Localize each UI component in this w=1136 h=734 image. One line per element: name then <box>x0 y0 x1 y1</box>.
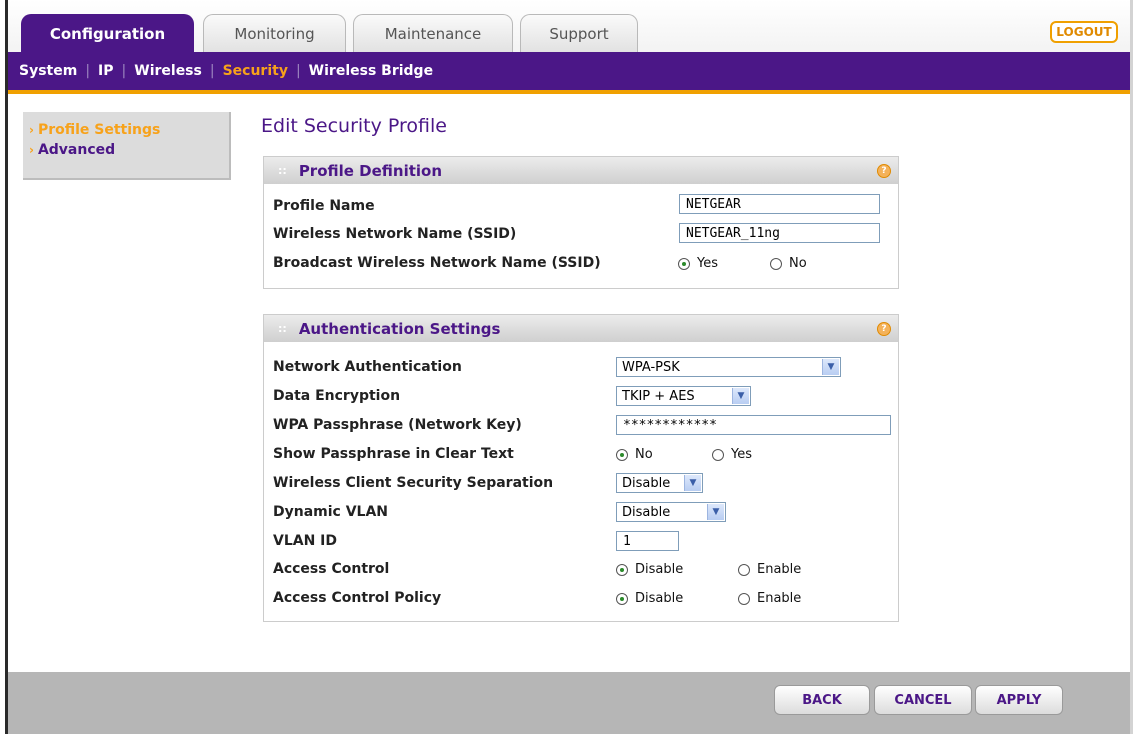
radio-selected-icon <box>616 592 628 605</box>
show-passphrase-no-radio[interactable]: No <box>616 447 653 462</box>
tab-support[interactable]: Support <box>520 14 638 52</box>
apply-button[interactable]: APPLY <box>975 685 1063 715</box>
tab-maintenance[interactable]: Maintenance <box>353 14 513 52</box>
client-separation-select[interactable]: Disable ▼ <box>616 473 703 493</box>
tab-monitoring[interactable]: Monitoring <box>203 14 346 52</box>
select-value: TKIP + AES <box>622 388 695 404</box>
ssid-label: Wireless Network Name (SSID) <box>273 226 517 242</box>
leftnav-profile-settings[interactable]: › Profile Settings <box>23 120 229 140</box>
access-policy-label: Access Control Policy <box>273 590 442 606</box>
broadcast-yes-radio[interactable]: Yes <box>678 256 718 271</box>
subnav-security[interactable]: Security <box>223 63 288 79</box>
dynamic-vlan-select[interactable]: Disable ▼ <box>616 502 726 522</box>
select-value: Disable <box>622 504 671 520</box>
radio-unselected-icon <box>738 563 750 576</box>
radio-label: Enable <box>757 591 802 606</box>
network-auth-label: Network Authentication <box>273 359 462 375</box>
leftnav-advanced[interactable]: › Advanced <box>23 140 229 160</box>
section-title: Profile Definition <box>298 161 443 180</box>
radio-unselected-icon <box>770 257 782 270</box>
radio-unselected-icon <box>738 592 750 605</box>
access-policy-enable-radio[interactable]: Enable <box>738 591 801 606</box>
access-control-disable-radio[interactable]: Disable <box>616 562 683 577</box>
chevron-down-icon: ▼ <box>707 504 724 520</box>
left-navigation: › Profile Settings › Advanced <box>23 112 231 180</box>
chevron-down-icon: ▼ <box>684 475 701 491</box>
passphrase-input[interactable]: ************ <box>616 415 891 435</box>
profile-definition-section: :: Profile Definition ? Profile Name NET… <box>263 156 899 289</box>
radio-label: Disable <box>635 591 684 606</box>
radio-label: Yes <box>697 256 718 271</box>
broadcast-ssid-label: Broadcast Wireless Network Name (SSID) <box>273 255 601 271</box>
section-header: :: Authentication Settings ? <box>264 315 898 342</box>
subnav-divider: | <box>121 63 127 79</box>
subnav-wireless[interactable]: Wireless <box>134 63 202 79</box>
select-value: WPA-PSK <box>622 359 680 375</box>
subnav-ip[interactable]: IP <box>98 63 113 79</box>
radio-label: No <box>635 447 653 462</box>
chevron-right-icon: › <box>29 123 34 137</box>
accent-divider <box>8 90 1130 94</box>
radio-selected-icon <box>678 257 690 270</box>
subnav-system[interactable]: System <box>19 63 77 79</box>
chevron-down-icon: ▼ <box>732 388 749 404</box>
chevron-right-icon: › <box>29 143 34 157</box>
radio-selected-icon <box>616 563 628 576</box>
radio-label: Enable <box>757 562 802 577</box>
chevron-down-icon: ▼ <box>822 359 839 375</box>
help-icon[interactable]: ? <box>877 164 891 178</box>
top-tab-bar: Configuration Monitoring Maintenance Sup… <box>8 0 1130 52</box>
client-separation-label: Wireless Client Security Separation <box>273 475 554 491</box>
subnav-divider: | <box>295 63 301 79</box>
radio-label: No <box>789 256 807 271</box>
page-title: Edit Security Profile <box>261 115 447 137</box>
subnav-wireless-bridge[interactable]: Wireless Bridge <box>309 63 433 79</box>
grip-icon: :: <box>278 164 287 177</box>
logout-button[interactable]: LOGOUT <box>1050 21 1118 43</box>
show-passphrase-label: Show Passphrase in Clear Text <box>273 446 514 462</box>
cancel-button[interactable]: CANCEL <box>874 685 972 715</box>
help-icon[interactable]: ? <box>877 322 891 336</box>
select-value: Disable <box>622 475 671 491</box>
sub-navigation: System | IP | Wireless | Security | Wire… <box>8 52 1130 90</box>
radio-label: Yes <box>731 447 752 462</box>
passphrase-label: WPA Passphrase (Network Key) <box>273 417 522 433</box>
profile-name-label: Profile Name <box>273 198 375 214</box>
leftnav-label: Profile Settings <box>37 122 161 138</box>
profile-name-input[interactable]: NETGEAR <box>679 194 880 214</box>
ssid-input[interactable]: NETGEAR_11ng <box>679 223 880 243</box>
tab-configuration[interactable]: Configuration <box>21 14 194 52</box>
authentication-settings-section: :: Authentication Settings ? Network Aut… <box>263 314 899 622</box>
network-auth-select[interactable]: WPA-PSK ▼ <box>616 357 841 377</box>
access-control-enable-radio[interactable]: Enable <box>738 562 801 577</box>
radio-unselected-icon <box>712 448 724 461</box>
vlan-id-label: VLAN ID <box>273 533 338 549</box>
back-button[interactable]: BACK <box>774 685 870 715</box>
section-title: Authentication Settings <box>298 319 501 338</box>
data-encryption-select[interactable]: TKIP + AES ▼ <box>616 386 751 406</box>
grip-icon: :: <box>278 322 287 335</box>
radio-selected-icon <box>616 448 628 461</box>
subnav-divider: | <box>85 63 91 79</box>
show-passphrase-yes-radio[interactable]: Yes <box>712 447 752 462</box>
dynamic-vlan-label: Dynamic VLAN <box>273 504 389 520</box>
section-header: :: Profile Definition ? <box>264 157 898 184</box>
broadcast-no-radio[interactable]: No <box>770 256 807 271</box>
vlan-id-input[interactable]: 1 <box>616 531 679 551</box>
app-frame: Configuration Monitoring Maintenance Sup… <box>5 0 1133 734</box>
access-control-label: Access Control <box>273 561 390 577</box>
radio-label: Disable <box>635 562 684 577</box>
leftnav-label: Advanced <box>37 142 116 158</box>
subnav-divider: | <box>209 63 215 79</box>
access-policy-disable-radio[interactable]: Disable <box>616 591 683 606</box>
data-encryption-label: Data Encryption <box>273 388 401 404</box>
